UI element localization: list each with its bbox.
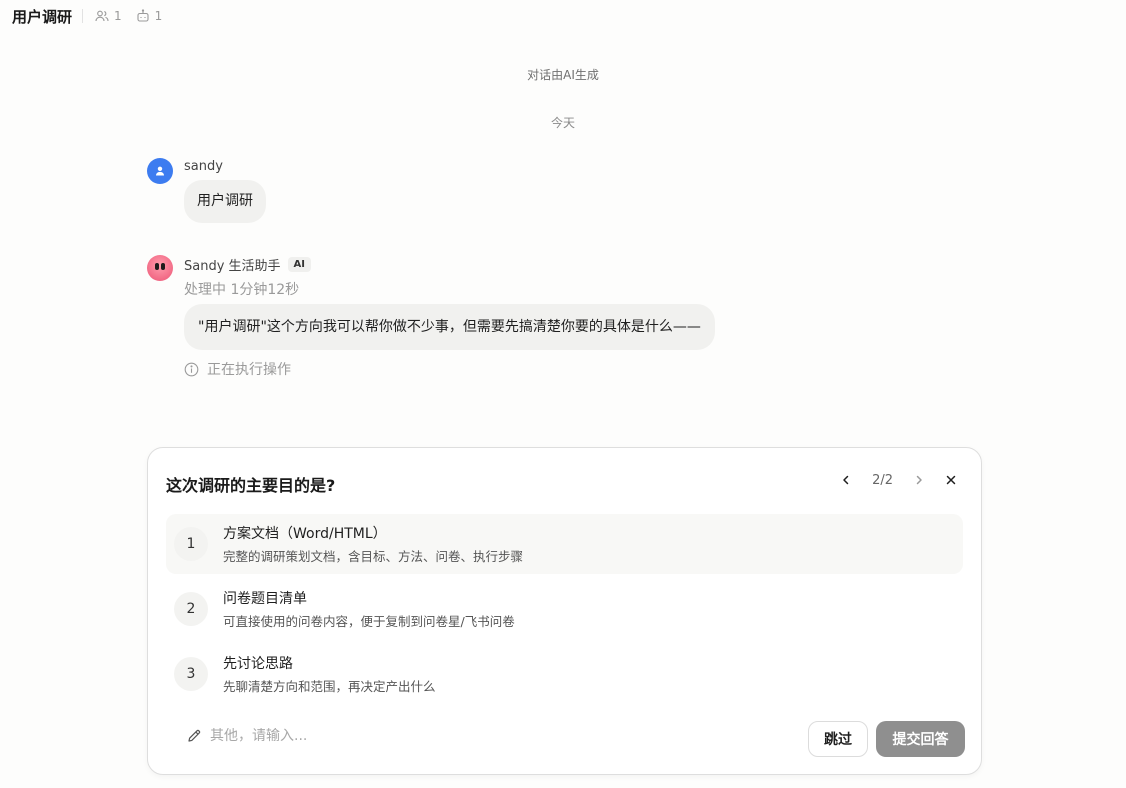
pencil-icon xyxy=(188,729,201,742)
question-title: 这次调研的主要目的是? xyxy=(166,476,336,495)
ai-generated-note: 对话由AI生成 xyxy=(527,68,599,82)
chat-title: 用户调研 xyxy=(12,7,73,26)
assistant-avatar[interactable] xyxy=(147,255,173,281)
chat-header: 用户调研 1 1 xyxy=(12,4,168,28)
option-title: 先讨论思路 xyxy=(223,656,293,672)
date-separator: 今天 xyxy=(550,116,575,130)
question-card: 这次调研的主要目的是? 2/2 1 方案文档（Word/HTML） 完整的调研策… xyxy=(147,447,982,775)
other-answer-row xyxy=(186,728,510,744)
option-description: 先聊清楚方向和范围，再决定产出什么 xyxy=(223,679,436,694)
question-pager: 2/2 xyxy=(834,468,963,492)
close-card-button[interactable] xyxy=(939,468,963,492)
close-icon xyxy=(946,475,956,485)
members-count[interactable]: 1 xyxy=(95,9,122,23)
other-answer-input[interactable] xyxy=(210,728,510,744)
option-number: 1 xyxy=(174,527,208,561)
submit-answer-button[interactable]: 提交回答 xyxy=(876,721,965,757)
option-description: 完整的调研策划文档，含目标、方法、问卷、执行步骤 xyxy=(223,549,524,564)
pager-count: 2/2 xyxy=(872,472,893,488)
option-number: 3 xyxy=(174,657,208,691)
executing-action: 正在执行操作 xyxy=(184,359,291,379)
prev-question-button[interactable] xyxy=(834,468,858,492)
skip-button[interactable]: 跳过 xyxy=(808,721,868,757)
option-title: 方案文档（Word/HTML） xyxy=(223,526,387,542)
message-bubble: "用户调研"这个方向我可以帮你做不少事，但需要先搞清楚你要的具体是什么—— xyxy=(184,304,715,350)
option-list: 1 方案文档（Word/HTML） 完整的调研策划文档，含目标、方法、问卷、执行… xyxy=(166,514,963,709)
avatar-eye-right xyxy=(161,263,165,270)
option-item[interactable]: 1 方案文档（Word/HTML） 完整的调研策划文档，含目标、方法、问卷、执行… xyxy=(166,514,963,574)
chevron-left-icon xyxy=(843,475,849,485)
info-icon xyxy=(184,362,199,376)
user-icon xyxy=(156,166,164,176)
bots-count[interactable]: 1 xyxy=(136,9,163,23)
chevron-right-icon xyxy=(916,475,922,485)
message-sender: Sandy 生活助手 AI xyxy=(184,255,312,274)
executing-action-label: 正在执行操作 xyxy=(207,362,291,378)
header-divider xyxy=(82,9,84,23)
option-number: 2 xyxy=(174,592,208,626)
sender-name: sandy xyxy=(184,159,223,174)
users-icon xyxy=(95,10,109,22)
members-count-value: 1 xyxy=(114,9,122,23)
processing-status: 处理中 1分钟12秒 xyxy=(184,282,300,298)
sender-name: Sandy 生活助手 xyxy=(184,259,281,274)
option-title: 问卷题目清单 xyxy=(223,591,307,607)
bots-count-value: 1 xyxy=(154,9,163,23)
next-question-button[interactable] xyxy=(907,468,931,492)
avatar-eye-left xyxy=(155,263,159,270)
user-avatar[interactable] xyxy=(147,158,173,184)
bot-icon xyxy=(137,9,149,22)
option-item[interactable]: 3 先讨论思路 先聊清楚方向和范围，再决定产出什么 xyxy=(166,644,963,704)
ai-badge: AI xyxy=(287,257,312,272)
option-item[interactable]: 2 问卷题目清单 可直接使用的问卷内容，便于复制到问卷星/飞书问卷 xyxy=(166,579,963,639)
option-description: 可直接使用的问卷内容，便于复制到问卷星/飞书问卷 xyxy=(223,614,515,629)
message-sender: sandy xyxy=(184,159,223,174)
message-bubble: 用户调研 xyxy=(184,180,266,223)
